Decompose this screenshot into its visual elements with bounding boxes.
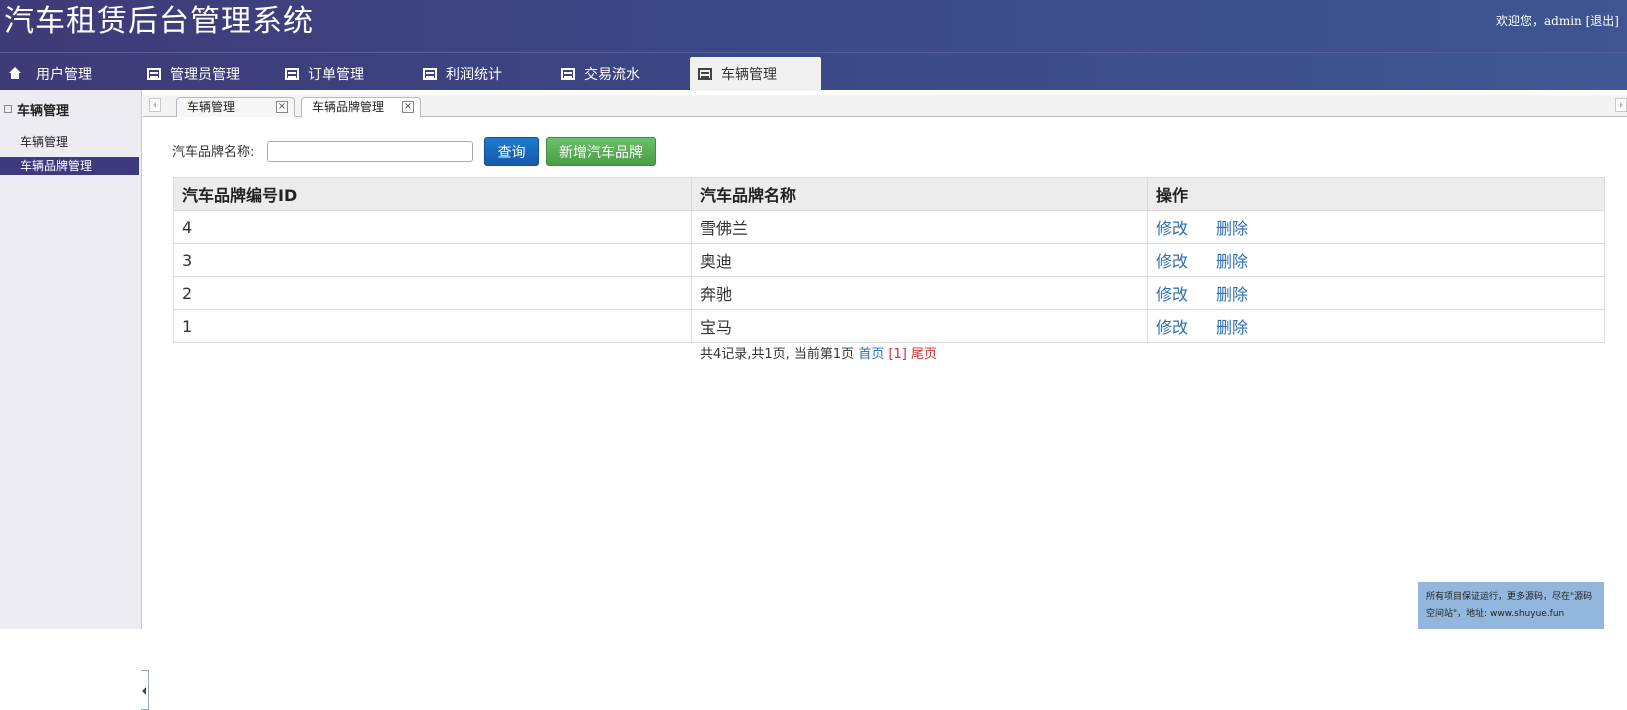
ad-line: 空间站"，地址: www.shuyue.fun: [1426, 609, 1565, 619]
table-row: 1 宝马 修改 删除: [173, 309, 1605, 343]
list-icon: [561, 68, 575, 80]
brand-name-cell: 奥迪: [691, 243, 1148, 277]
brand-id-cell: 4: [173, 210, 692, 244]
delete-link[interactable]: 删除: [1216, 219, 1248, 238]
source-ad-box: 所有项目保证运行，更多源码，尽在"源码 空间站"，地址: www.shuyue.…: [1418, 582, 1604, 629]
delete-link[interactable]: 删除: [1216, 318, 1248, 337]
nav-tab-users[interactable]: 用户管理: [8, 57, 92, 91]
list-icon: [698, 68, 712, 80]
app-title: 汽车租赁后台管理系统: [4, 4, 314, 39]
welcome-text: 欢迎您，admin: [1496, 14, 1582, 28]
current-page-link[interactable]: [1]: [888, 347, 906, 362]
last-page-link[interactable]: 尾页: [911, 347, 937, 362]
page-tab-brands[interactable]: 车辆品牌管理 ×: [301, 97, 421, 118]
brand-table: 汽车品牌编号ID 汽车品牌名称 操作 4 雪佛兰 修改 删除 3 奥迪 修改 删除 …: [173, 177, 1605, 343]
nav-tab-label: 用户管理: [36, 67, 92, 83]
actions-cell: 修改 删除: [1147, 276, 1605, 310]
nav-tab-profit[interactable]: 利润统计: [423, 57, 502, 91]
column-header-name: 汽车品牌名称: [691, 177, 1148, 211]
brand-id-cell: 1: [173, 309, 692, 343]
brand-name-cell: 奔驰: [691, 276, 1148, 310]
brand-name-label: 汽车品牌名称:: [172, 145, 255, 160]
delete-link[interactable]: 删除: [1216, 285, 1248, 304]
nav-tab-label: 车辆管理: [721, 67, 777, 83]
actions-cell: 修改 删除: [1147, 243, 1605, 277]
brand-id-cell: 3: [173, 243, 692, 277]
list-icon: [423, 68, 437, 80]
ad-line: 所有项目保证运行，更多源码，尽在"源码: [1426, 592, 1593, 602]
sidebar-group[interactable]: 车辆管理: [0, 98, 141, 120]
nav-tab-vehicles[interactable]: 车辆管理: [690, 57, 821, 91]
pager-summary: 共4记录,共1页, 当前第1页: [699, 347, 855, 362]
table-header-row: 汽车品牌编号ID 汽车品牌名称 操作: [173, 177, 1605, 211]
app-header: 汽车租赁后台管理系统 欢迎您，admin [退出]: [0, 0, 1627, 52]
page-tab-vehicles[interactable]: 车辆管理 ×: [176, 97, 295, 117]
collapse-square-icon: [4, 105, 12, 113]
sidebar-collapse-handle[interactable]: [141, 670, 149, 710]
brand-name-cell: 宝马: [691, 309, 1148, 343]
nav-tab-admins[interactable]: 管理员管理: [147, 57, 240, 91]
add-brand-button[interactable]: 新增汽车品牌: [546, 137, 656, 166]
table-row: 2 奔驰 修改 删除: [173, 276, 1605, 310]
page-tab-label: 车辆品牌管理: [312, 100, 385, 114]
sidebar-item-brands[interactable]: 车辆品牌管理: [0, 157, 139, 175]
table-row: 3 奥迪 修改 删除: [173, 243, 1605, 277]
edit-link[interactable]: 修改: [1156, 318, 1188, 337]
column-header-id: 汽车品牌编号ID: [173, 177, 692, 211]
main-nav: 用户管理 管理员管理 订单管理 利润统计 交易流水 车辆管理: [0, 52, 1627, 91]
edit-link[interactable]: 修改: [1156, 252, 1188, 271]
edit-link[interactable]: 修改: [1156, 285, 1188, 304]
first-page-link[interactable]: 首页: [858, 347, 884, 362]
nav-tab-orders[interactable]: 订单管理: [285, 57, 364, 91]
column-header-actions: 操作: [1147, 177, 1605, 211]
nav-tab-transactions[interactable]: 交易流水: [561, 57, 640, 91]
sidebar-group-label: 车辆管理: [17, 103, 70, 119]
pagination: 共4记录,共1页, 当前第1页 首页 [1] 尾页: [0, 343, 1627, 362]
close-icon[interactable]: ×: [276, 101, 288, 113]
query-button[interactable]: 查询: [484, 137, 539, 166]
list-icon: [285, 68, 299, 80]
nav-tab-label: 利润统计: [446, 67, 502, 83]
list-icon: [147, 68, 161, 80]
page-tab-label: 车辆管理: [187, 100, 236, 114]
nav-tab-label: 交易流水: [584, 67, 640, 83]
close-icon[interactable]: ×: [402, 101, 414, 113]
brand-name-cell: 雪佛兰: [691, 210, 1148, 244]
user-welcome: 欢迎您，admin [退出]: [1496, 12, 1619, 29]
edit-link[interactable]: 修改: [1156, 219, 1188, 238]
tabs-scroll-left-icon[interactable]: [149, 98, 161, 112]
nav-tab-label: 管理员管理: [170, 67, 240, 83]
nav-tab-label: 订单管理: [308, 67, 364, 83]
brand-name-input[interactable]: [267, 141, 473, 162]
table-row: 4 雪佛兰 修改 删除: [173, 210, 1605, 244]
page-tab-strip: 车辆管理 × 车辆品牌管理 ×: [143, 95, 1627, 118]
tabs-scroll-right-icon[interactable]: [1615, 98, 1627, 112]
logout-link[interactable]: [退出]: [1586, 14, 1619, 28]
actions-cell: 修改 删除: [1147, 210, 1605, 244]
delete-link[interactable]: 删除: [1216, 252, 1248, 271]
sidebar-item-vehicles[interactable]: 车辆管理: [0, 133, 139, 151]
home-icon: [8, 67, 22, 81]
brand-id-cell: 2: [173, 276, 692, 310]
actions-cell: 修改 删除: [1147, 309, 1605, 343]
